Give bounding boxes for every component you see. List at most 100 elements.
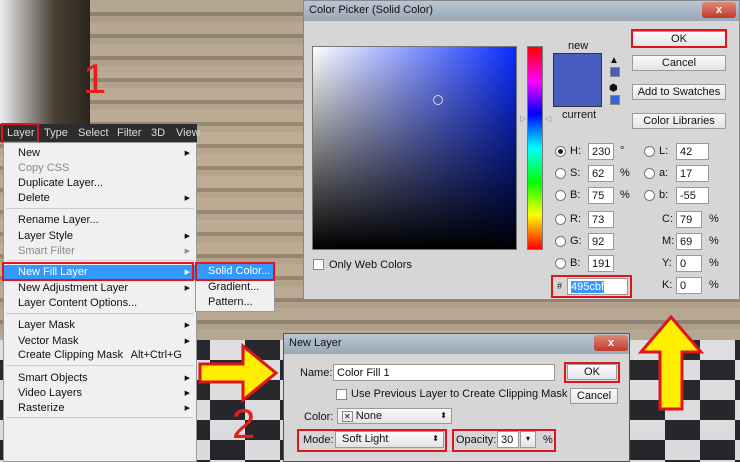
cmyk-input[interactable]: 69: [676, 233, 702, 250]
color-preview: [553, 53, 602, 107]
only-web-colors-label: Only Web Colors: [329, 259, 412, 271]
lab-label: L:: [659, 145, 669, 157]
hsb-unit: °: [620, 145, 625, 157]
menu-item-delete[interactable]: Delete ▶: [4, 191, 196, 206]
radio-lab-2[interactable]: [644, 190, 655, 201]
cmyk-label: K:: [662, 279, 673, 291]
select-arrows-icon: ⬍: [440, 411, 447, 420]
menu-item-new-adjustment-layer[interactable]: New Adjustment Layer ▶: [4, 281, 196, 296]
color-select[interactable]: ✕ None ⬍: [337, 408, 452, 424]
menu-item-vector-mask[interactable]: Vector Mask ▶: [4, 334, 196, 349]
lab-label: a:: [659, 167, 669, 179]
radio-lab-1[interactable]: [644, 168, 655, 179]
menu-item-video-layers[interactable]: Video Layers ▶: [4, 386, 196, 401]
name-input[interactable]: Color Fill 1: [333, 364, 555, 381]
rgb-input[interactable]: 191: [588, 255, 614, 272]
menu-item-layer-style[interactable]: Layer Style ▶: [4, 229, 196, 244]
cancel-button[interactable]: Cancel: [570, 388, 618, 404]
radio-hsb-2[interactable]: [555, 190, 566, 201]
cube-icon[interactable]: ⬢: [609, 83, 618, 94]
cmyk-unit: %: [709, 235, 719, 247]
arrow-right-icon: [198, 342, 279, 404]
radio-rgb-2[interactable]: [555, 258, 566, 269]
cmyk-label: C:: [662, 213, 673, 225]
menu-item-label: Rename Layer...: [18, 214, 99, 226]
color-field[interactable]: [312, 46, 517, 250]
only-web-colors-checkbox[interactable]: [313, 259, 324, 270]
cmyk-input[interactable]: 0: [676, 255, 702, 272]
close-button[interactable]: x: [702, 2, 736, 18]
add-to-swatches-button[interactable]: Add to Swatches: [632, 84, 726, 100]
rgb-label: R:: [570, 213, 581, 225]
cmyk-unit: %: [709, 213, 719, 225]
warning-icon[interactable]: ▲: [609, 55, 619, 66]
menu-item-duplicate-layer[interactable]: Duplicate Layer...: [4, 176, 196, 191]
hue-slider[interactable]: [527, 46, 543, 250]
menu-item-label: Smart Objects: [18, 372, 88, 384]
submenu-arrow-icon: ▶: [184, 405, 190, 412]
rgb-input[interactable]: 92: [588, 233, 614, 250]
highlight-box: [297, 429, 447, 452]
hue-slider-handle-right[interactable]: ◁: [545, 114, 551, 123]
color-field-cursor[interactable]: [433, 95, 443, 105]
cancel-button[interactable]: Cancel: [632, 55, 726, 71]
menu-item-rename-layer[interactable]: Rename Layer...: [4, 213, 196, 228]
menu-item-label: Layer Style: [18, 230, 74, 242]
none-color-icon: ✕: [342, 411, 353, 422]
clipping-mask-checkbox[interactable]: [336, 389, 347, 400]
gamut-swatch[interactable]: [610, 67, 620, 77]
hsb-input[interactable]: 230: [588, 143, 614, 160]
menu-item-copy-css[interactable]: Copy CSS: [4, 161, 196, 176]
hsb-input[interactable]: 62: [588, 165, 614, 182]
name-label: Name:: [300, 367, 333, 379]
lab-label: b:: [659, 189, 669, 201]
shortcut-label: Alt+Ctrl+G: [130, 349, 182, 361]
menu-3d[interactable]: 3D: [151, 127, 165, 139]
menu-select[interactable]: Select: [78, 127, 109, 139]
menu-item-layer-content-options[interactable]: Layer Content Options...: [4, 296, 196, 311]
cmyk-input[interactable]: 79: [676, 211, 702, 228]
lab-input[interactable]: 42: [676, 143, 709, 160]
lab-input[interactable]: 17: [676, 165, 709, 182]
step-1-label: 1: [83, 55, 107, 102]
hsb-input[interactable]: 75: [588, 187, 614, 204]
menu-item-create-clipping-mask[interactable]: Create Clipping Mask Alt+Ctrl+G: [4, 348, 196, 363]
radio-rgb-0[interactable]: [555, 214, 566, 225]
highlight-box: [551, 275, 632, 298]
submenu-arrow-icon: ▶: [184, 150, 190, 157]
cmyk-label: M:: [662, 235, 675, 247]
hsb-unit: %: [620, 167, 630, 179]
radio-rgb-1[interactable]: [555, 236, 566, 247]
cmyk-input[interactable]: 0: [676, 277, 702, 294]
current-label: current: [562, 109, 597, 121]
hue-slider-handle-left[interactable]: ▷: [520, 114, 526, 123]
hsb-label: S:: [570, 167, 581, 179]
menu-view[interactable]: View: [176, 127, 200, 139]
menu-item-label: Layer Content Options...: [18, 297, 138, 309]
menu-type[interactable]: Type: [44, 127, 68, 139]
color-libraries-button[interactable]: Color Libraries: [632, 113, 726, 129]
radio-hsb-1[interactable]: [555, 168, 566, 179]
menu-item-pattern[interactable]: Pattern...: [196, 295, 274, 310]
menu-item-label: Vector Mask: [18, 335, 79, 347]
menu-item-layer-mask[interactable]: Layer Mask ▶: [4, 318, 196, 333]
close-button[interactable]: x: [594, 335, 628, 351]
radio-lab-0[interactable]: [644, 146, 655, 157]
menu-item-rasterize[interactable]: Rasterize ▶: [4, 401, 196, 416]
menu-item-smart-filter[interactable]: Smart Filter ▶: [4, 244, 196, 259]
lab-input[interactable]: -55: [676, 187, 709, 204]
menu-item-label: Delete: [18, 192, 50, 204]
arrow-up-icon: [638, 314, 704, 411]
menu-item-gradient[interactable]: Gradient...: [196, 280, 274, 295]
submenu-arrow-icon: ▶: [184, 248, 190, 255]
menu-filter[interactable]: Filter: [117, 127, 141, 139]
radio-hsb-0[interactable]: [555, 146, 566, 157]
dialog-title-bar: New Layer: [284, 334, 629, 354]
highlight-box: [564, 362, 620, 383]
menu-item-smart-objects[interactable]: Smart Objects ▶: [4, 371, 196, 386]
rgb-input[interactable]: 73: [588, 211, 614, 228]
dialog-title: New Layer: [289, 337, 342, 349]
hsb-unit: %: [620, 189, 630, 201]
menu-item-new[interactable]: New ▶: [4, 146, 196, 161]
web-safe-swatch[interactable]: [610, 95, 620, 105]
